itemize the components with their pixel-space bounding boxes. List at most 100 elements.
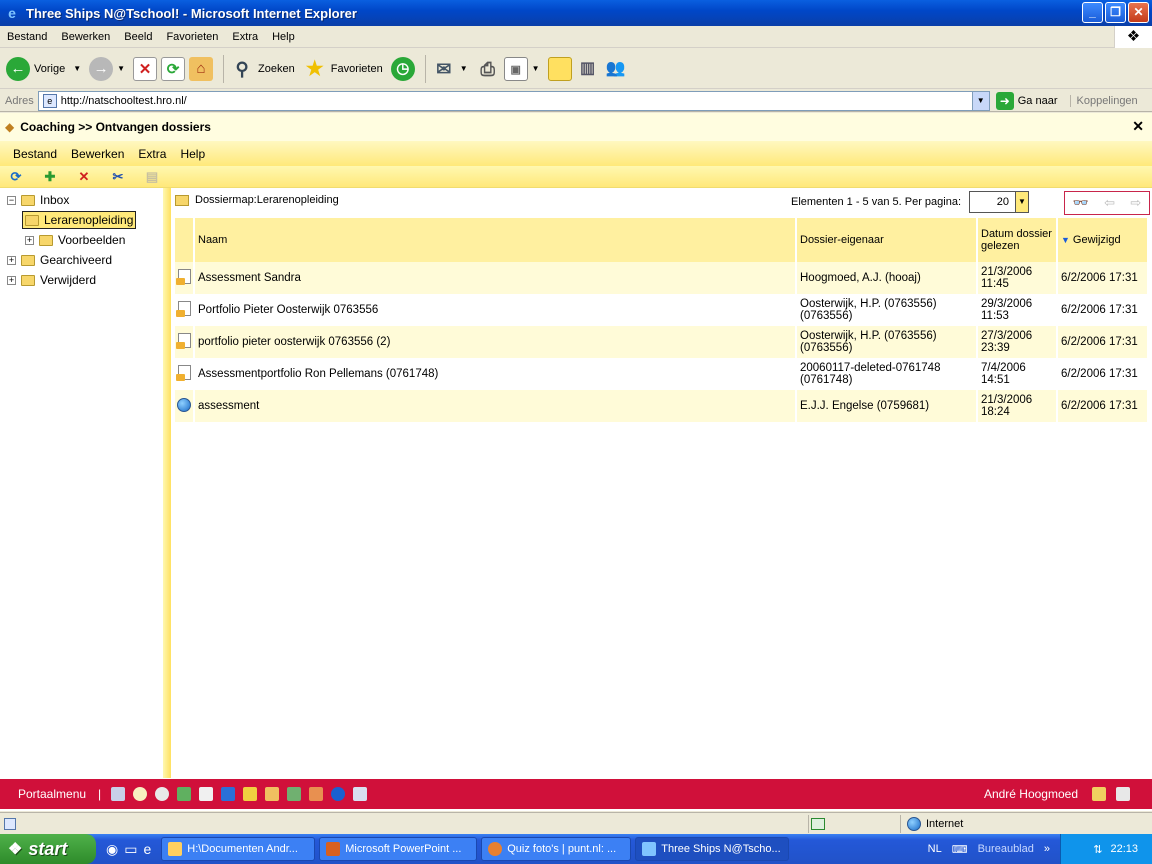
minimize-button[interactable]: _ (1082, 2, 1103, 23)
start-button[interactable]: ❖ start (0, 834, 96, 864)
refresh-button[interactable]: ⟳ (161, 56, 186, 81)
desktop-icon[interactable]: ▭ (124, 841, 137, 858)
expand-icon[interactable]: + (25, 235, 34, 245)
note-icon[interactable] (243, 787, 258, 801)
favorites-button[interactable]: ★ Favorieten (303, 57, 387, 81)
keyboard-icon[interactable]: ⌨ (952, 843, 968, 856)
chevron-down-icon[interactable]: ▼ (460, 64, 468, 73)
ie-icon[interactable]: e (143, 841, 151, 858)
go-button[interactable]: ➜ Ga naar (995, 91, 1058, 110)
task-powerpoint[interactable]: Microsoft PowerPoint ... (319, 837, 478, 861)
col-gewijzigd[interactable]: ▼ Gewijzigd (1058, 218, 1147, 262)
research-button[interactable]: ▥ (576, 57, 600, 81)
tree-item-inbox[interactable]: − Inbox (7, 191, 69, 209)
document-icon[interactable] (199, 787, 214, 801)
cell-naam[interactable]: Assessment Sandra (195, 262, 795, 294)
clock[interactable]: 22:13 (1110, 843, 1138, 855)
tree-item-lerarenopleiding[interactable]: Lerarenopleiding (22, 211, 137, 229)
print-button[interactable]: ⎙ (476, 57, 500, 81)
back-button[interactable]: ← Vorige ▼ (6, 56, 85, 81)
app-menu-bewerken[interactable]: Bewerken (64, 147, 131, 161)
menu-bewerken[interactable]: Bewerken (54, 31, 117, 43)
messenger-button[interactable]: 👥 (604, 57, 628, 81)
prev-page-icon[interactable]: ⇦ (1104, 195, 1115, 211)
address-url[interactable]: http://natschooltest.hro.nl/ (61, 95, 187, 107)
maximize-button[interactable]: ❐ (1105, 2, 1126, 23)
table-row[interactable]: Portfolio Pieter Oosterwijk 0763556 Oost… (175, 294, 1147, 326)
chevron-down-icon[interactable]: ▼ (532, 64, 540, 73)
image-icon[interactable] (287, 787, 302, 801)
app-menu-extra[interactable]: Extra (131, 147, 173, 161)
info-icon[interactable] (331, 787, 346, 801)
desktop-toolbar[interactable]: Bureaublad (978, 843, 1034, 855)
menu-favorieten[interactable]: Favorieten (159, 31, 225, 43)
cut-icon[interactable]: ✂ (108, 169, 128, 185)
forward-button[interactable]: → ▼ (89, 56, 129, 81)
task-firefox[interactable]: Quiz foto's | punt.nl: ... (481, 837, 632, 861)
next-page-icon[interactable]: ⇨ (1130, 195, 1141, 211)
refresh-icon[interactable]: ⟳ (6, 169, 26, 185)
close-button[interactable]: ✕ (1128, 2, 1149, 23)
logout-icon[interactable] (1116, 787, 1130, 801)
language-indicator[interactable]: NL (928, 843, 942, 855)
cell-naam[interactable]: portfolio pieter oosterwijk 0763556 (2) (195, 326, 795, 358)
chevron-down-icon[interactable]: ▼ (73, 64, 81, 73)
user-name[interactable]: André Hoogmoed (984, 787, 1078, 801)
page-size-select[interactable]: 20 ▼ (969, 191, 1029, 213)
chevron-down-icon[interactable]: ▼ (117, 64, 125, 73)
close-icon[interactable]: ✕ (1132, 118, 1144, 135)
col-naam[interactable]: Naam (195, 218, 795, 262)
cube-icon[interactable] (221, 787, 236, 801)
discuss-button[interactable] (547, 56, 572, 81)
mail-button[interactable]: ✉ ▼ (432, 57, 472, 81)
tree-item-gearchiveerd[interactable]: + Gearchiveerd (7, 251, 112, 269)
address-input[interactable]: e http://natschooltest.hro.nl/ ▼ (37, 90, 990, 111)
menu-bestand[interactable]: Bestand (0, 31, 54, 43)
table-row[interactable]: Assessment Sandra Hoogmoed, A.J. (hooaj)… (175, 262, 1147, 294)
pane-splitter[interactable] (163, 188, 171, 778)
task-explorer[interactable]: H:\Documenten Andr... (161, 837, 316, 861)
portaalmenu-link[interactable]: Portaalmenu (18, 787, 86, 801)
chevron-icon[interactable]: » (1044, 843, 1050, 855)
cell-naam[interactable]: Assessmentportfolio Ron Pellemans (07617… (195, 358, 795, 390)
cell-naam[interactable]: assessment (195, 390, 795, 422)
links-button[interactable]: Koppelingen (1069, 94, 1138, 107)
cell-naam[interactable]: Portfolio Pieter Oosterwijk 0763556 (195, 294, 795, 326)
chevron-down-icon[interactable]: ▼ (971, 91, 989, 110)
table-row[interactable]: portfolio pieter oosterwijk 0763556 (2) … (175, 326, 1147, 358)
network-icon[interactable]: ⇅ (1093, 843, 1102, 856)
view-icon[interactable]: 👓 (1073, 195, 1089, 211)
home-button[interactable]: ⌂ (189, 56, 214, 81)
edit-button[interactable]: ▣ ▼ (503, 56, 544, 81)
tree-item-verwijderd[interactable]: + Verwijderd (7, 271, 96, 289)
tree-item-voorbeelden[interactable]: + Voorbeelden (25, 231, 125, 249)
table-row[interactable]: assessment E.J.J. Engelse (0759681) 21/3… (175, 390, 1147, 422)
media-icon[interactable]: ◉ (106, 841, 118, 858)
globe-icon[interactable] (177, 787, 192, 801)
task-natschool[interactable]: Three Ships N@Tscho... (635, 837, 790, 861)
collapse-icon[interactable]: − (7, 195, 16, 205)
app-menu-bestand[interactable]: Bestand (6, 147, 64, 161)
expand-icon[interactable]: + (7, 255, 16, 265)
folder-icon[interactable] (265, 787, 280, 801)
window-titlebar[interactable]: e Three Ships N@Tschool! - Microsoft Int… (0, 0, 1152, 26)
new-folder-icon[interactable]: ✚ (40, 169, 60, 185)
search-button[interactable]: ⚲ Zoeken (230, 57, 299, 81)
search-icon[interactable] (353, 787, 368, 801)
menu-extra[interactable]: Extra (225, 31, 265, 43)
lightbulb-icon[interactable] (155, 787, 170, 801)
menu-help[interactable]: Help (265, 31, 302, 43)
lightbulb-icon[interactable] (133, 787, 148, 801)
rocket-icon[interactable] (111, 787, 126, 801)
stop-button[interactable]: ✕ (133, 56, 158, 81)
col-datum[interactable]: Datum dossier gelezen (978, 218, 1056, 262)
menu-beeld[interactable]: Beeld (117, 31, 159, 43)
col-eigenaar[interactable]: Dossier-eigenaar (797, 218, 976, 262)
app-menu-help[interactable]: Help (173, 147, 212, 161)
delete-icon[interactable]: ✕ (74, 169, 94, 185)
history-button[interactable]: ◷ (390, 56, 415, 81)
paste-icon[interactable]: ▤ (142, 169, 162, 185)
user-icon[interactable] (1092, 787, 1106, 801)
pencil-icon[interactable] (309, 787, 324, 801)
table-row[interactable]: Assessmentportfolio Ron Pellemans (07617… (175, 358, 1147, 390)
